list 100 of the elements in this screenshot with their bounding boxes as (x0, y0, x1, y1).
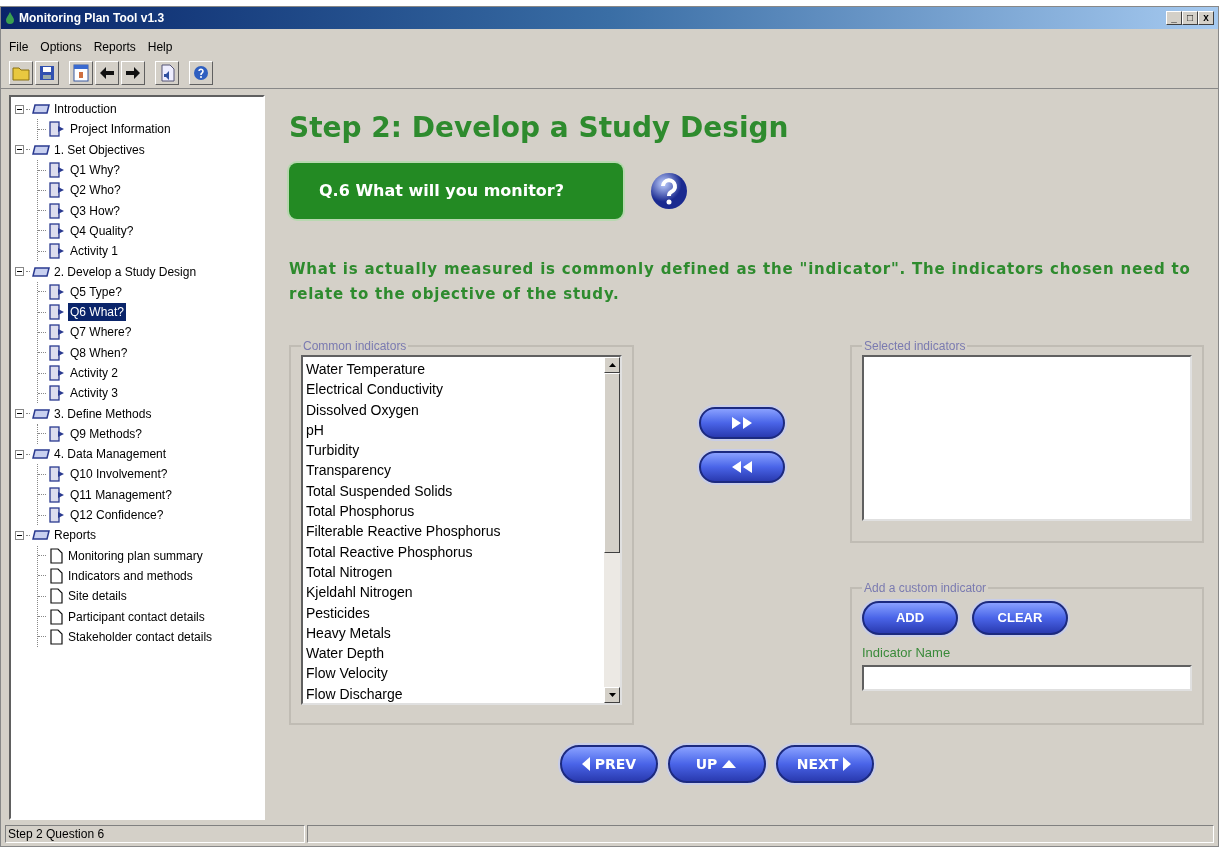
add-selected-button[interactable] (699, 407, 785, 439)
page-arrow-icon (49, 466, 65, 483)
list-item[interactable]: Total Nitrogen (306, 561, 604, 583)
tree-item[interactable]: Q5 Type? (68, 282, 124, 301)
tree-item[interactable]: Reports (52, 526, 99, 545)
page-arrow-icon (49, 304, 65, 321)
description-text: What is actually measured is commonly defined as the "indicator". The indicators chosen need to relate to the objective of the study. (289, 259, 1192, 305)
list-item[interactable]: Kjeldahl Nitrogen (306, 582, 604, 603)
nav-button[interactable]: UP (667, 745, 766, 783)
nav-button[interactable]: NEXT (775, 745, 874, 783)
group-title: Common indicators (302, 338, 408, 355)
list-item[interactable]: Total Phosphorus (306, 501, 604, 522)
page-arrow-icon (49, 222, 65, 239)
list-item[interactable]: Water Temperature (306, 359, 604, 380)
toolbar-button[interactable] (189, 60, 213, 85)
tree-item[interactable]: Q12 Confidence? (68, 506, 166, 525)
toolbar-button[interactable] (69, 60, 93, 85)
document-icon (49, 588, 63, 605)
toolbar-button[interactable] (35, 60, 59, 85)
list-item[interactable]: Dissolved Oxygen (306, 399, 604, 420)
collapse-icon[interactable] (15, 409, 24, 419)
collapse-icon[interactable] (15, 449, 24, 459)
help-icon[interactable] (649, 171, 689, 211)
tree-item[interactable]: Activity 1 (68, 242, 120, 261)
tree-item[interactable]: 2. Develop a Study Design (52, 262, 199, 281)
page-arrow-icon (49, 425, 65, 442)
tree-item[interactable]: Activity 3 (68, 384, 120, 403)
up-triangle-icon (721, 759, 738, 769)
tree-item[interactable]: 3. Define Methods (52, 404, 154, 423)
collapse-icon[interactable] (15, 104, 24, 114)
tree-item[interactable]: Stakeholder contact details (66, 627, 215, 646)
toolbar-button[interactable] (95, 60, 119, 85)
collapse-icon[interactable] (15, 530, 24, 540)
list-item[interactable]: Pesticides (306, 602, 604, 623)
list-item[interactable]: Total Reactive Phosphorus (306, 541, 604, 562)
window-control-button[interactable]: _ (1166, 11, 1182, 25)
tree-item[interactable]: Q11 Management? (68, 485, 174, 504)
document-icon (49, 567, 63, 584)
menu-item[interactable]: Help (147, 38, 173, 56)
nav-button[interactable]: PREV (559, 745, 658, 783)
tree-item[interactable]: 1. Set Objectives (52, 140, 147, 159)
toolbar-button[interactable] (155, 60, 179, 85)
tree-item[interactable]: Site details (66, 587, 129, 606)
tree-item[interactable]: Q9 Methods? (68, 424, 145, 443)
tree-item[interactable]: Indicators and methods (66, 566, 195, 585)
list-item[interactable]: Heavy Metals (306, 622, 604, 644)
question-banner: Q.6 What will you monitor? (289, 163, 623, 219)
page-arrow-icon (49, 202, 65, 219)
field-label: Indicator Name (862, 644, 952, 662)
list-item[interactable]: Flow Velocity (306, 663, 604, 684)
window-title: Monitoring Plan Tool v1.3 (19, 10, 166, 27)
tree-item[interactable]: 4. Data Management (52, 445, 169, 464)
page-arrow-icon (49, 283, 65, 300)
toolbar-button[interactable] (9, 60, 33, 85)
list-item[interactable]: Water Depth (306, 643, 604, 664)
indicator-name-field[interactable] (862, 664, 1192, 691)
tree-item[interactable]: Q6 What? (68, 303, 127, 322)
menu-item[interactable]: Options (40, 38, 82, 56)
right-arrow-icon (125, 65, 141, 80)
tree-item[interactable]: Monitoring plan summary (66, 546, 205, 565)
action-button[interactable]: CLEAR (972, 601, 1068, 635)
menu-item[interactable]: File (9, 38, 29, 56)
tree-item[interactable]: Q1 Why? (68, 161, 122, 180)
down-arrow-icon[interactable] (608, 693, 616, 697)
tree-item[interactable]: Activity 2 (68, 364, 120, 382)
list-item[interactable]: pH (306, 419, 604, 441)
group-title: Selected indicators (863, 338, 967, 355)
page-arrow-icon (49, 324, 65, 341)
scrollbar[interactable] (604, 357, 620, 703)
tree-item[interactable]: Project Information (68, 120, 173, 139)
up-arrow-icon[interactable] (608, 363, 616, 367)
left-arrow-icon (99, 65, 115, 80)
collapse-icon[interactable] (15, 145, 24, 155)
collapse-icon[interactable] (15, 267, 24, 276)
list-item[interactable]: Flow Discharge (306, 683, 604, 705)
list-item[interactable]: Turbidity (306, 440, 604, 461)
tree-item[interactable]: Q2 Who? (68, 181, 123, 200)
document-icon (49, 547, 63, 564)
menu-item[interactable]: Reports (93, 38, 136, 56)
toolbar-button[interactable] (121, 60, 145, 85)
list-item[interactable]: Total Suspended Solids (306, 480, 604, 502)
tree-item[interactable]: Q7 Where? (68, 323, 134, 342)
tree-item[interactable]: Q3 How? (68, 201, 123, 220)
window-control-button[interactable]: □ (1182, 11, 1198, 25)
tree-item[interactable]: Participant contact details (66, 607, 207, 626)
tree-item[interactable]: Q8 When? (68, 343, 130, 362)
page-arrow-icon (49, 182, 65, 199)
remove-selected-button[interactable] (699, 451, 785, 483)
indicator-list[interactable] (301, 355, 622, 705)
tree-item[interactable]: Introduction (52, 100, 119, 119)
list-item[interactable]: Electrical Conductivity (306, 379, 604, 400)
action-button[interactable]: ADD (862, 601, 958, 635)
save-icon (39, 64, 55, 81)
drop-icon (5, 11, 15, 25)
list-item[interactable]: Filterable Reactive Phosphorus (306, 521, 604, 542)
status-bar: Step 2 Question 6 (5, 825, 305, 843)
tree-item[interactable]: Q4 Quality? (68, 221, 136, 240)
list-item[interactable]: Transparency (306, 460, 604, 481)
tree-item[interactable]: Q10 Involvement? (68, 465, 170, 484)
window-control-button[interactable]: x (1198, 11, 1214, 25)
